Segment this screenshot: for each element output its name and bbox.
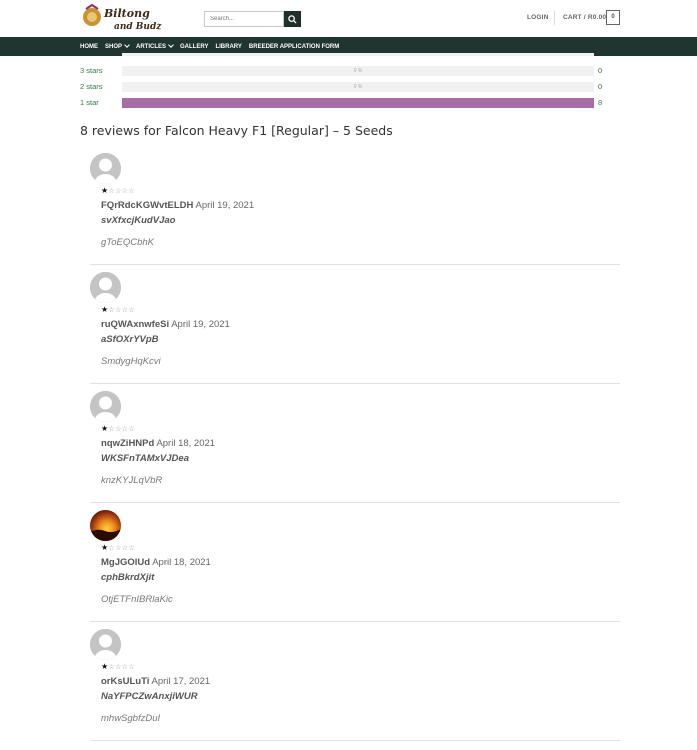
rating-label[interactable]: 1 star [80,97,99,109]
rating-percent: 0 % [353,68,363,74]
review-title: WKSFnTAMxVJDea [101,453,189,464]
review-divider [90,621,620,622]
site-header: Biltong and Budz LOGIN CART / R0.00 0 [0,0,697,37]
nav-item-label: GALLERY [180,43,209,50]
rating-label[interactable]: 3 stars [80,65,103,77]
rating-count: 0 [598,66,603,75]
nav-item-home[interactable]: HOME [80,44,98,50]
review-date: April 19, 2021 [171,319,230,330]
search-button[interactable] [284,11,301,27]
review-date: April 18, 2021 [156,438,216,449]
star-empty-icon: ☆ [128,188,135,195]
avatar [90,272,121,303]
review-author: FQrRdcKGWvtELDH [101,200,194,211]
star-rating: ★☆☆☆☆ [101,662,135,672]
search-icon [288,14,297,24]
avatar [90,391,121,422]
nav-item-library[interactable]: LIBRARY [215,44,241,50]
review-divider [90,383,620,384]
nav-item-shop[interactable]: SHOP [105,42,130,50]
review-divider [90,502,620,503]
nav-item-articles[interactable]: ARTICLES [136,42,174,50]
search-input[interactable] [204,11,284,27]
rating-count: 8 [598,98,603,107]
star-empty-icon: ☆ [128,664,135,671]
avatar [90,510,121,541]
star-empty-icon: ☆ [115,545,122,552]
review-title: NaYFPCZwAnxjiWUR [101,691,198,702]
star-empty-icon: ☆ [115,664,122,671]
review-item: ★☆☆☆☆ ruQWAxnwfeSi April 19, 2021 aSfOXrYV… [90,272,620,384]
avatar [90,629,121,660]
review-meta: nqwZiHNPd April 18, 2021 [101,438,215,449]
review-meta: MgJGOlUd April 18, 2021 [101,557,211,568]
reviews-heading: 8 reviews for Falcon Heavy F1 [Regular] … [80,123,393,138]
logo-text-1: Biltong [103,7,150,20]
review-meta: FQrRdcKGWvtELDH April 19, 2021 [101,200,254,211]
star-empty-icon: ☆ [128,307,135,314]
chevron-down-icon [124,42,130,48]
review-text: knzKYJLqVbR [101,475,163,486]
cart-count-badge[interactable]: 0 [606,10,620,25]
rating-bar [122,98,594,108]
review-author: orKsULuTi [101,676,150,687]
rating-bar: 0 % [122,82,594,92]
review-date: April 19, 2021 [195,200,255,211]
star-rating: ★☆☆☆☆ [101,186,135,196]
login-link[interactable]: LOGIN [527,14,549,21]
review-meta: ruQWAxnwfeSi April 19, 2021 [101,319,230,330]
star-rating: ★☆☆☆☆ [101,305,135,315]
review-date: April 18, 2021 [152,557,211,568]
star-rating: ★☆☆☆☆ [101,424,135,434]
site-logo[interactable]: Biltong and Budz [80,3,168,34]
review-text: OtjETFnIBRlaKic [101,594,173,605]
review-meta: orKsULuTi April 17, 2021 [101,676,210,687]
review-date: April 17, 2021 [151,676,211,687]
review-item: ★☆☆☆☆ FQrRdcKGWvtELDH April 19, 2021 svXfx… [90,153,620,265]
review-author: ruQWAxnwfeSi [101,319,170,330]
avatar [90,153,121,184]
review-text: gToEQCbhK [101,237,154,248]
review-divider [90,264,620,265]
rating-row[interactable]: 3 stars 0 % 0 [80,65,620,77]
review-title: cphBkrdXjit [101,572,155,583]
review-item: ★☆☆☆☆ MgJGOlUd April 18, 2021 cphBkrdXjit O… [90,510,620,622]
rating-label[interactable]: 2 stars [80,81,103,93]
review-title: svXfxcjKudVJao [101,215,176,226]
nav-item-breeder-application-form[interactable]: BREEDER APPLICATION FORM [249,44,339,50]
review-divider [90,740,620,741]
star-empty-icon: ☆ [128,426,135,433]
rating-row[interactable]: 2 stars 0 % 0 [80,81,620,93]
review-text: mhwSgbfzDuI [101,713,161,724]
nav-item-label: BREEDER APPLICATION FORM [248,43,340,50]
cart-link[interactable]: CART / R0.00 [563,14,606,21]
logo-text-2: and Budz [114,22,162,32]
review-author: MgJGOlUd [101,557,151,568]
rating-row[interactable]: 1 star 8 [80,97,620,109]
star-rating: ★☆☆☆☆ [101,543,135,553]
chevron-down-icon [168,42,174,48]
star-empty-icon: ☆ [115,307,122,314]
review-item: ★☆☆☆☆ orKsULuTi April 17, 2021 NaYFPCZwAnx… [90,629,620,741]
rating-count: 0 [598,82,603,91]
rating-bar: 0 % [122,66,594,76]
review-title: aSfOXrYVpB [101,334,159,345]
star-empty-icon: ☆ [115,426,122,433]
nav-item-label: HOME [80,43,98,50]
star-empty-icon: ☆ [115,188,122,195]
search-form [204,11,301,27]
rating-row-4-stars-partial [80,53,620,56]
nav-item-label: ARTICLES [136,43,167,50]
nav-item-gallery[interactable]: GALLERY [180,44,208,50]
review-text: SmdygHqKcvi [101,356,161,367]
nav-item-label: LIBRARY [215,43,242,50]
star-empty-icon: ☆ [128,545,135,552]
header-divider [554,11,555,25]
nav-item-label: SHOP [105,43,123,50]
review-author: nqwZiHNPd [101,438,155,449]
review-item: ★☆☆☆☆ nqwZiHNPd April 18, 2021 WKSFnTAMxVJ… [90,391,620,503]
rating-bar-fill [122,98,594,108]
rating-percent: 0 % [353,84,363,90]
